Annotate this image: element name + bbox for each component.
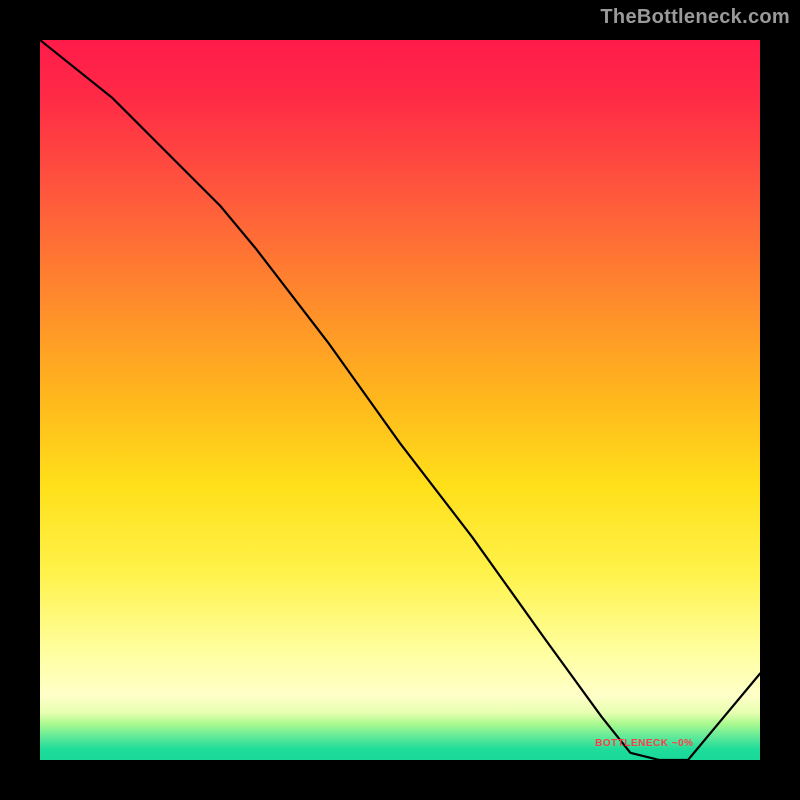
chart-frame: TheBottleneck.com BOTTLENECK ~0% (0, 0, 800, 800)
curve-path (40, 40, 760, 760)
bottleneck-marker-label: BOTTLENECK ~0% (595, 738, 693, 749)
bottleneck-curve (40, 40, 760, 760)
plot-area: BOTTLENECK ~0% (40, 40, 760, 760)
watermark-text: TheBottleneck.com (600, 6, 790, 29)
